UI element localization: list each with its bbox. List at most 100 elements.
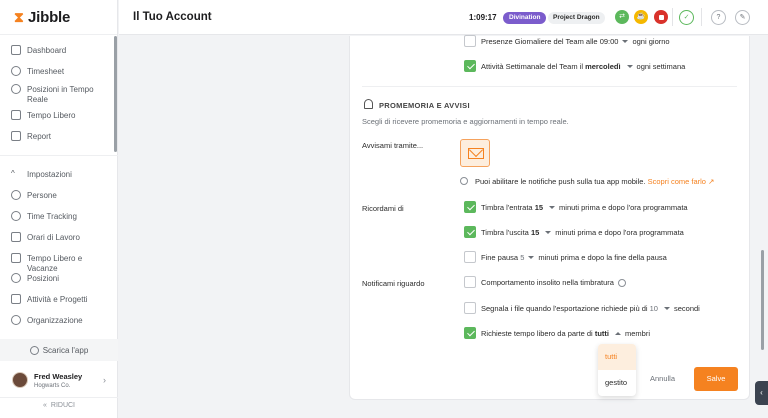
sidebar-item-label: Tempo Libero e Vacanze bbox=[27, 254, 83, 273]
sidebar-item-label: Organizzazione bbox=[27, 316, 83, 325]
activity-badge[interactable]: Divination bbox=[503, 12, 547, 24]
caret-down-icon[interactable] bbox=[622, 40, 629, 44]
dropdown-option-managed[interactable]: gestito bbox=[598, 370, 636, 396]
clock-in-label: Timbra l'entrata bbox=[481, 203, 533, 212]
status-icon[interactable]: ✓ bbox=[679, 10, 694, 25]
sidebar-item-settings[interactable]: ^ Impostazioni bbox=[0, 169, 76, 180]
notify-via-label: Avvisami tramite... bbox=[362, 141, 424, 150]
settings-panel bbox=[349, 36, 750, 400]
content-scrollbar[interactable] bbox=[761, 250, 764, 350]
caret-down-icon[interactable] bbox=[626, 65, 633, 69]
chevron-up-icon: ^ bbox=[11, 169, 15, 178]
notify-about-label: Notificami riguardo bbox=[362, 279, 425, 288]
clock-in-checkbox[interactable] bbox=[464, 201, 476, 213]
dropdown-option-all[interactable]: tutti bbox=[598, 344, 636, 370]
timeoff-scope-select[interactable]: tutti bbox=[595, 329, 609, 338]
sidebar-item-dashboard[interactable]: Dashboard bbox=[0, 45, 70, 56]
sidebar-item-work-schedules[interactable]: Orari di Lavoro bbox=[0, 232, 84, 243]
user-profile[interactable]: Fred Weasley Hogwarts Co. › bbox=[0, 366, 118, 394]
help-icon[interactable]: ? bbox=[711, 10, 726, 25]
sidebar-item-locations[interactable]: Posizioni bbox=[0, 273, 63, 284]
sidebar-item-label: Tempo Libero bbox=[27, 111, 76, 120]
timeoff-requests-suffix: membri bbox=[625, 329, 651, 338]
sidebar-item-time-off[interactable]: Tempo Libero bbox=[0, 110, 79, 121]
clock-in-row: Timbra l'entrata 15 minuti prima e dopo l… bbox=[481, 203, 688, 212]
break-end-checkbox[interactable] bbox=[464, 251, 476, 263]
clock-out-row: Timbra l'uscita 15 minuti prima e dopo l'… bbox=[481, 228, 684, 237]
sidebar-item-time-tracking[interactable]: Time Tracking bbox=[0, 211, 81, 222]
caret-down-icon[interactable] bbox=[545, 231, 552, 235]
timeoff-requests-checkbox[interactable] bbox=[464, 327, 476, 339]
sidebar-scrollbar[interactable] bbox=[114, 36, 117, 152]
switch-activity-button[interactable]: ⇄ bbox=[615, 10, 629, 24]
chevron-right-icon: › bbox=[103, 375, 106, 385]
apps-icon[interactable]: ✎ bbox=[735, 10, 750, 25]
sidebar-item-time-off-holidays[interactable]: Tempo Libero e Vacanze bbox=[0, 253, 118, 273]
sidebar-item-organization[interactable]: Organizzazione bbox=[0, 315, 87, 326]
sidebar-item-timesheet[interactable]: Timesheet bbox=[0, 66, 68, 77]
report-icon bbox=[11, 131, 21, 141]
suitcase-icon bbox=[11, 110, 21, 120]
break-button[interactable]: ☕ bbox=[634, 10, 648, 24]
bell-icon bbox=[364, 99, 373, 109]
unusual-behavior-row: Comportamento insolito nella timbratura bbox=[481, 278, 626, 288]
export-checkbox[interactable] bbox=[464, 302, 476, 314]
email-channel-toggle[interactable] bbox=[460, 139, 490, 167]
logo-text: Jibble bbox=[28, 8, 71, 26]
download-app-label: Scarica l'app bbox=[42, 345, 89, 355]
timeoff-requests-label: Richieste tempo libero da parte di bbox=[481, 329, 593, 338]
unusual-behavior-checkbox[interactable] bbox=[464, 276, 476, 288]
save-button[interactable]: Salve bbox=[694, 367, 738, 391]
download-app-button[interactable]: Scarica l'app bbox=[0, 339, 118, 361]
push-learn-more-link[interactable]: Scopri come farlo bbox=[648, 177, 706, 186]
sidebar-item-label: Report bbox=[27, 132, 52, 141]
team-weekly-checkbox[interactable] bbox=[464, 60, 476, 72]
page-title: Il Tuo Account bbox=[133, 11, 212, 23]
break-end-minutes[interactable]: 5 bbox=[520, 253, 524, 262]
header-divider bbox=[701, 8, 702, 26]
push-info-text: Puoi abilitare le notifiche push sulla t… bbox=[475, 177, 646, 186]
vacation-icon bbox=[11, 253, 21, 263]
sidebar-item-people[interactable]: Persone bbox=[0, 190, 61, 201]
clock-out-suffix: minuti prima e dopo l'ora programmata bbox=[555, 228, 684, 237]
break-end-suffix: minuti prima e dopo la fine della pausa bbox=[538, 253, 667, 262]
external-link-icon[interactable]: ↗ bbox=[706, 177, 714, 186]
sidebar-item-live-locations[interactable]: Posizioni in Tempo Reale bbox=[0, 84, 118, 104]
break-end-row: Fine pausa 5 minuti prima e dopo la fine … bbox=[481, 253, 667, 262]
team-weekly-day[interactable]: mercoledì bbox=[585, 62, 620, 71]
stop-button[interactable] bbox=[654, 10, 668, 24]
project-badge[interactable]: Project Dragon bbox=[548, 12, 605, 24]
cancel-button[interactable]: Annulla bbox=[650, 374, 675, 383]
collapse-label: RIDUCI bbox=[50, 402, 76, 409]
gear-icon bbox=[11, 315, 21, 325]
info-icon[interactable] bbox=[617, 279, 626, 288]
download-icon bbox=[29, 345, 39, 355]
clock-in-suffix: minuti prima e dopo l'ora programmata bbox=[559, 203, 688, 212]
timeoff-scope-dropdown: tutti gestito bbox=[598, 344, 636, 396]
clock-icon bbox=[11, 66, 21, 76]
caret-up-icon[interactable] bbox=[615, 332, 621, 336]
logo-mark-icon: ⧗ bbox=[14, 9, 24, 25]
sidebar-item-label: Timesheet bbox=[27, 67, 65, 76]
team-daily-checkbox[interactable] bbox=[464, 35, 476, 47]
logo[interactable]: ⧗ Jibble bbox=[0, 0, 117, 35]
sidebar-item-report[interactable]: Report bbox=[0, 131, 55, 142]
location-pin-icon bbox=[11, 273, 21, 283]
clock-in-minutes[interactable]: 15 bbox=[535, 203, 543, 212]
clock-out-checkbox[interactable] bbox=[464, 226, 476, 238]
caret-down-icon[interactable] bbox=[663, 307, 670, 311]
info-icon bbox=[460, 177, 468, 185]
export-seconds[interactable]: 10 bbox=[650, 304, 658, 313]
sidebar-item-label: Attività e Progetti bbox=[27, 295, 88, 304]
caret-down-icon[interactable] bbox=[528, 256, 535, 260]
tag-icon bbox=[11, 294, 21, 304]
team-weekly-suffix: ogni settimana bbox=[636, 62, 686, 71]
clock-out-minutes[interactable]: 15 bbox=[531, 228, 539, 237]
sidebar-item-label: Posizioni in Tempo Reale bbox=[27, 85, 94, 104]
team-daily-time[interactable]: 09:00 bbox=[600, 37, 619, 46]
dashboard-icon bbox=[11, 45, 21, 55]
caret-down-icon[interactable] bbox=[549, 206, 556, 210]
sidebar-item-activities-projects[interactable]: Attività e Progetti bbox=[0, 294, 91, 305]
expand-panel-button[interactable]: ‹ bbox=[755, 381, 768, 405]
collapse-sidebar-button[interactable]: « RIDUCI bbox=[0, 397, 118, 413]
